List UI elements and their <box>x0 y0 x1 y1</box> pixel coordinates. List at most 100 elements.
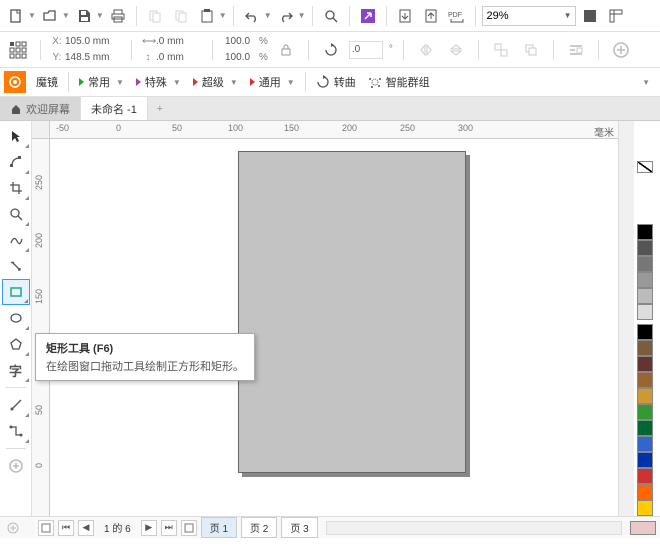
swatch[interactable] <box>637 420 653 436</box>
page-add2-button[interactable] <box>181 520 197 536</box>
search-button[interactable] <box>319 4 343 28</box>
h-input[interactable] <box>154 50 202 65</box>
open-dropdown-icon[interactable]: ▼ <box>62 11 70 20</box>
save-dropdown-icon[interactable]: ▼ <box>96 11 104 20</box>
menu-zhuanqu[interactable]: 转曲 <box>310 70 362 94</box>
drawing-canvas[interactable] <box>50 139 618 516</box>
tool-add[interactable] <box>2 453 30 479</box>
swatch[interactable] <box>637 404 653 420</box>
new-button[interactable] <box>4 4 28 28</box>
tool-rectangle[interactable] <box>2 279 30 305</box>
swatch[interactable] <box>637 452 653 468</box>
menu-teshu[interactable]: 特殊▼ <box>130 70 187 94</box>
horizontal-scrollbar[interactable] <box>326 521 622 535</box>
page-last-button[interactable]: ⏭ <box>161 520 177 536</box>
scale-y-input[interactable] <box>223 50 259 65</box>
tab-add-button[interactable]: + <box>148 97 172 120</box>
page-first-button[interactable]: ⏮ <box>58 520 74 536</box>
ruler-horizontal[interactable]: -50 0 50 100 150 200 250 300 毫米 <box>50 121 618 139</box>
order-button[interactable] <box>519 38 543 62</box>
menu-chaoji[interactable]: 超级▼ <box>187 70 244 94</box>
mirror-v-button[interactable] <box>444 38 468 62</box>
redo-dropdown-icon[interactable]: ▼ <box>298 11 306 20</box>
tab-doc1[interactable]: 未命名 -1 <box>81 97 148 120</box>
swatch[interactable] <box>637 500 653 516</box>
save-button[interactable] <box>72 4 96 28</box>
paste-button[interactable] <box>169 4 193 28</box>
tool-crop[interactable] <box>2 175 30 201</box>
align-button[interactable] <box>489 38 513 62</box>
add-tool-button[interactable] <box>4 519 22 537</box>
y-input[interactable] <box>63 50 121 65</box>
swatch[interactable] <box>637 240 653 256</box>
swatch[interactable] <box>637 372 653 388</box>
clipboard-dropdown-icon[interactable]: ▼ <box>219 11 227 20</box>
menu-tongyong[interactable]: 通用▼ <box>244 70 301 94</box>
menu-changyong[interactable]: 常用▼ <box>73 70 130 94</box>
swatch[interactable] <box>637 324 653 340</box>
tool-pick[interactable] <box>2 123 30 149</box>
tab-welcome[interactable]: 欢迎屏幕 <box>0 97 81 120</box>
mirror-h-button[interactable] <box>414 38 438 62</box>
print-button[interactable] <box>106 4 130 28</box>
export-button[interactable] <box>419 4 443 28</box>
rotate-button[interactable] <box>319 38 343 62</box>
swatch[interactable] <box>637 224 653 240</box>
swatch[interactable] <box>637 484 653 500</box>
open-button[interactable] <box>38 4 62 28</box>
undo-dropdown-icon[interactable]: ▼ <box>264 11 272 20</box>
swatch[interactable] <box>637 288 653 304</box>
swatch[interactable] <box>637 468 653 484</box>
tool-freehand[interactable] <box>2 227 30 253</box>
swatch[interactable] <box>637 340 653 356</box>
launch-button[interactable] <box>356 4 380 28</box>
wrap-button[interactable] <box>564 38 588 62</box>
ruler-corner[interactable] <box>32 121 50 139</box>
add-button[interactable] <box>609 38 633 62</box>
tool-shape-edit[interactable] <box>2 149 30 175</box>
scale-x-input[interactable] <box>223 34 259 49</box>
menu-overflow-icon[interactable]: ▼ <box>642 78 650 87</box>
pdf-button[interactable]: PDF <box>445 4 469 28</box>
tool-artistic[interactable] <box>2 253 30 279</box>
swatch-none[interactable] <box>637 161 653 173</box>
tool-zoom[interactable] <box>2 201 30 227</box>
swatch[interactable] <box>637 356 653 372</box>
page-tab-1[interactable]: 页 1 <box>201 517 237 538</box>
swatch[interactable] <box>637 272 653 288</box>
swatch[interactable] <box>637 436 653 452</box>
rulers-button[interactable] <box>604 4 628 28</box>
undo-button[interactable] <box>240 4 264 28</box>
swatch[interactable] <box>637 256 653 272</box>
clipboard-button[interactable] <box>195 4 219 28</box>
fullscreen-button[interactable] <box>578 4 602 28</box>
tool-text[interactable]: 字 <box>2 357 30 383</box>
copy-button[interactable] <box>143 4 167 28</box>
menu-zhineng[interactable]: 智能群组 <box>362 70 436 94</box>
angle-input[interactable] <box>349 41 383 59</box>
import-button[interactable] <box>393 4 417 28</box>
x-input[interactable] <box>63 34 121 49</box>
vertical-scrollbar[interactable] <box>618 121 634 516</box>
anchor-grid-button[interactable] <box>6 38 30 62</box>
page-add-button[interactable] <box>38 520 54 536</box>
fill-indicator[interactable] <box>630 521 656 535</box>
zoom-combo[interactable]: ▼ <box>482 6 576 26</box>
new-dropdown-icon[interactable]: ▼ <box>28 11 36 20</box>
page-tab-2[interactable]: 页 2 <box>241 517 277 538</box>
zoom-input[interactable] <box>483 7 561 25</box>
lock-ratio-button[interactable] <box>274 38 298 62</box>
swatch[interactable] <box>637 388 653 404</box>
zoom-dropdown-icon[interactable]: ▼ <box>561 11 575 20</box>
redo-button[interactable] <box>274 4 298 28</box>
ruler-vertical[interactable]: 250 200 150 100 50 0 <box>32 139 50 516</box>
page-next-button[interactable]: ▶ <box>141 520 157 536</box>
tool-polygon[interactable] <box>2 331 30 357</box>
mojing-icon[interactable] <box>4 71 26 93</box>
tool-connector[interactable] <box>2 418 30 444</box>
page-tab-3[interactable]: 页 3 <box>281 517 317 538</box>
swatch[interactable] <box>637 304 653 320</box>
tool-ellipse[interactable] <box>2 305 30 331</box>
page-prev-button[interactable]: ◀ <box>78 520 94 536</box>
w-input[interactable] <box>154 34 202 49</box>
